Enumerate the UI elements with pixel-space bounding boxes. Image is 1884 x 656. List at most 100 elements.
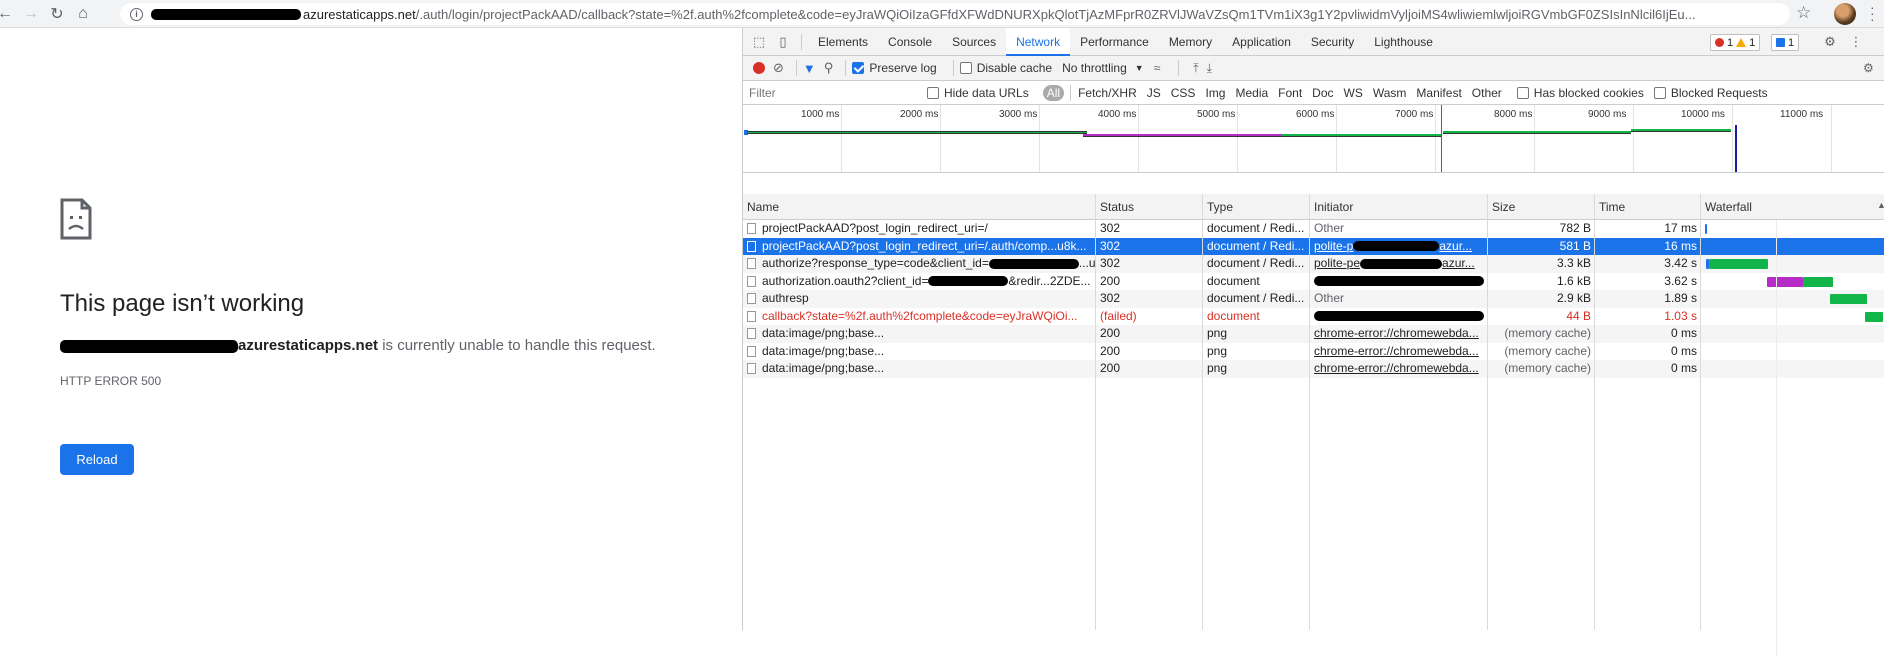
filter-type-img[interactable]: Img [1200, 86, 1230, 100]
cell-initiator-link[interactable]: chrome-error://chromewebda... [1310, 325, 1488, 343]
cell-type: document / Redi... [1207, 221, 1305, 235]
tab-performance[interactable]: Performance [1070, 28, 1159, 56]
cell-initiator-link[interactable]: polite-pe azur... [1310, 255, 1488, 273]
tab-security[interactable]: Security [1301, 28, 1364, 56]
network-settings-icon[interactable]: ⚙ [1863, 61, 1874, 75]
tab-elements[interactable]: Elements [808, 28, 878, 56]
tab-lighthouse[interactable]: Lighthouse [1364, 28, 1443, 56]
inspect-element-icon[interactable]: ⬚ [747, 30, 771, 54]
error-code: HTTP ERROR 500 [60, 374, 162, 388]
clear-icon[interactable]: ⊘ [773, 60, 784, 76]
separator [952, 60, 954, 76]
network-conditions-icon[interactable]: ≈ [1154, 61, 1161, 75]
cell-initiator-link[interactable]: chrome-error://chromewebda... [1310, 343, 1488, 361]
refresh-icon[interactable]: ↻ [44, 1, 70, 27]
network-overview[interactable]: 1000 ms 2000 ms 3000 ms 4000 ms 5000 ms … [743, 105, 1884, 173]
table-row[interactable]: authresp 302 document / Redi... Other 2.… [743, 290, 1884, 308]
cell-status: 302 [1100, 221, 1121, 235]
filter-type-ws[interactable]: WS [1339, 86, 1368, 100]
column-header-type[interactable]: Type [1203, 194, 1233, 220]
throttling-select[interactable]: No throttling ▼ [1062, 61, 1144, 75]
filter-funnel-icon[interactable]: ▼ [803, 61, 816, 76]
table-row[interactable]: projectPackAAD?post_login_redirect_uri=/… [743, 220, 1884, 238]
document-icon [747, 328, 756, 339]
export-har-icon[interactable]: ⤓ [1207, 61, 1212, 76]
tick-label: 8000 ms [1494, 109, 1533, 120]
table-row[interactable]: data:image/png;base... 200 png chrome-er… [743, 343, 1884, 361]
home-icon[interactable]: ⌂ [70, 1, 96, 27]
column-header-time[interactable]: Time [1595, 194, 1625, 220]
issues-badge[interactable]: 1 1 [1710, 34, 1761, 51]
filter-type-all[interactable]: All [1042, 84, 1065, 101]
profile-avatar[interactable] [1834, 3, 1856, 25]
table-row[interactable]: data:image/png;base... 200 png chrome-er… [743, 325, 1884, 343]
cell-time: 0 ms [1670, 326, 1697, 340]
column-header-initiator[interactable]: Initiator [1310, 194, 1353, 220]
tab-sources[interactable]: Sources [942, 28, 1006, 56]
filter-type-doc[interactable]: Doc [1307, 86, 1338, 100]
disable-cache-checkbox[interactable]: Disable cache [959, 61, 1052, 75]
column-divider[interactable] [1594, 194, 1595, 630]
more-options-icon[interactable]: ⋮ [1844, 30, 1868, 54]
cell-initiator-link[interactable]: polite-p azur... [1310, 238, 1488, 256]
filter-input[interactable] [749, 83, 919, 102]
cell-time: 0 ms [1670, 343, 1697, 358]
filter-type-manifest[interactable]: Manifest [1411, 86, 1466, 100]
filter-type-other[interactable]: Other [1467, 86, 1507, 100]
column-divider[interactable] [1487, 194, 1488, 630]
checkbox-unchecked[interactable] [1653, 86, 1666, 99]
table-row-selected[interactable]: projectPackAAD?post_login_redirect_uri=/… [743, 237, 1884, 256]
tab-console[interactable]: Console [878, 28, 942, 56]
table-row[interactable]: authorization.oauth2?client_id= &redir...… [743, 273, 1884, 291]
cell-initiator-link[interactable] [1310, 273, 1488, 291]
table-row-failed[interactable]: callback?state=%2f.auth%2fcomplete&code=… [743, 308, 1884, 326]
table-row[interactable]: authorize?response_type=code&client_id=.… [743, 255, 1884, 273]
checkbox-checked[interactable] [852, 62, 865, 74]
checkbox-unchecked[interactable] [1516, 86, 1529, 99]
tick-line [1534, 105, 1535, 172]
preserve-log-checkbox[interactable]: Preserve log [852, 61, 937, 75]
column-header-size[interactable]: Size [1488, 194, 1515, 220]
dom-content-loaded-marker [1735, 125, 1737, 172]
settings-gear-icon[interactable]: ⚙ [1818, 30, 1842, 54]
tab-application[interactable]: Application [1222, 28, 1301, 56]
column-divider[interactable] [1095, 194, 1096, 630]
back-icon[interactable]: ← [0, 1, 18, 27]
blocked-requests-checkbox[interactable]: Blocked Requests [1653, 86, 1768, 100]
column-header-status[interactable]: Status [1096, 194, 1134, 220]
filter-type-fetch-xhr[interactable]: Fetch/XHR [1073, 86, 1142, 100]
column-header-waterfall[interactable]: Waterfall [1701, 194, 1752, 220]
bookmark-star-icon[interactable]: ☆ [1796, 3, 1811, 23]
column-header-name[interactable]: Name [743, 194, 779, 220]
has-blocked-cookies-checkbox[interactable]: Has blocked cookies [1516, 86, 1644, 100]
table-row[interactable]: data:image/png;base... 200 png chrome-er… [743, 360, 1884, 378]
messages-badge[interactable]: 1 [1771, 34, 1800, 51]
search-icon[interactable]: ⚲ [824, 60, 834, 76]
hide-data-urls-checkbox[interactable]: Hide data URLs [927, 86, 1029, 100]
reload-button[interactable]: Reload [60, 444, 134, 475]
record-icon[interactable] [753, 62, 765, 74]
column-divider[interactable] [1202, 194, 1203, 630]
cell-initiator-link[interactable]: chrome-error://chromewebda... [1310, 360, 1488, 378]
network-toolbar: ⊘ ▼ ⚲ Preserve log Disable cache No thro… [743, 56, 1884, 81]
browser-menu-icon[interactable]: · · · [1870, 0, 1880, 26]
tab-memory[interactable]: Memory [1159, 28, 1222, 56]
device-toolbar-icon[interactable]: ▯ [771, 30, 795, 54]
document-icon [747, 293, 756, 304]
checkbox-unchecked[interactable] [959, 62, 972, 74]
column-divider[interactable] [1700, 194, 1701, 630]
filter-type-media[interactable]: Media [1230, 86, 1273, 100]
tab-network[interactable]: Network [1006, 27, 1071, 56]
forward-icon[interactable]: → [18, 1, 44, 27]
filter-type-css[interactable]: CSS [1166, 86, 1201, 100]
column-divider[interactable] [1309, 194, 1310, 630]
filter-type-js[interactable]: JS [1142, 86, 1166, 100]
info-icon[interactable]: i [130, 7, 143, 21]
address-bar[interactable]: i azurestaticapps.net/.auth/login/projec… [120, 3, 1790, 25]
tick-label: 11000 ms [1780, 109, 1824, 120]
import-har-icon[interactable]: ⤒ [1193, 61, 1198, 76]
filter-type-wasm[interactable]: Wasm [1368, 86, 1412, 100]
filter-type-font[interactable]: Font [1273, 86, 1307, 100]
checkbox-unchecked[interactable] [927, 86, 939, 99]
cell-name: projectPackAAD?post_login_redirect_uri=/… [743, 238, 1096, 256]
